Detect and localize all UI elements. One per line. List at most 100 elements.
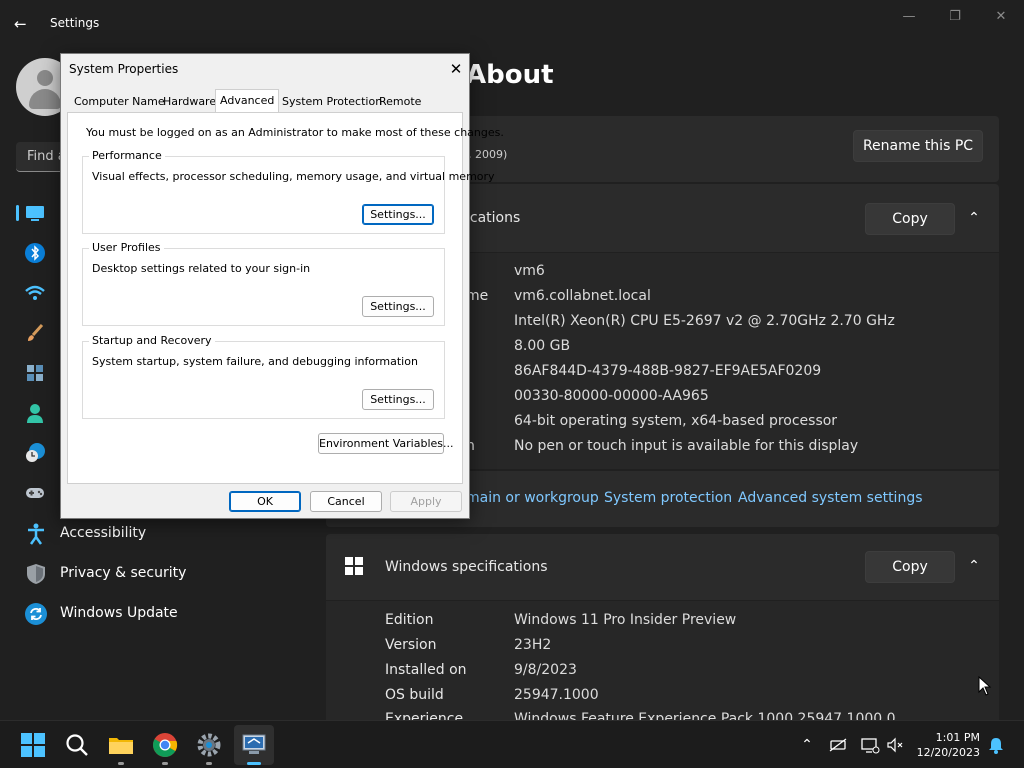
environment-variables-button[interactable]: Environment Variables... [318,433,454,454]
ok-button[interactable]: OK [229,491,301,512]
personalization-brush-icon[interactable] [24,322,46,344]
taskbar: ⌃ 1:01 PM 12/20/2023 [0,720,1024,768]
domain-workgroup-link[interactable]: main or workgroup [466,490,599,506]
windows-update-icon [25,603,47,625]
nav-label-privacy: Privacy & security [60,565,187,581]
active-indicator [247,762,261,765]
display-network-icon[interactable] [860,735,880,755]
clock-time: 1:01 PM [935,731,980,744]
windows-specs-header[interactable]: Windows specifications Copy ⌃ [326,534,999,600]
file-explorer-icon[interactable] [107,731,135,759]
spec-value-pen-touch: No pen or touch input is available for t… [514,438,859,454]
spec-value-edition: Windows 11 Pro Insider Preview [514,612,737,628]
windows-specs-body: Edition Windows 11 Pro Insider Preview V… [326,601,999,727]
admin-note: You must be logged on as an Administrato… [86,126,504,139]
show-hidden-icons-chevron-icon[interactable]: ⌃ [797,735,817,755]
accessibility-icon [28,523,44,545]
app-title: Settings [50,16,100,30]
network-disconnected-icon[interactable] [828,735,848,755]
spec-label-installed-on: Installed on [385,662,467,678]
startup-recovery-description: System startup, system failure, and debu… [92,355,418,368]
advanced-tab-panel: You must be logged on as an Administrato… [67,112,504,484]
tab-advanced[interactable]: Advanced [215,89,280,113]
page-title: About [466,60,554,90]
tab-computer-name[interactable]: Computer Name [70,92,169,112]
taskbar-clock[interactable]: 1:01 PM 12/20/2023 [912,730,980,760]
system-monitor-icon[interactable] [24,202,46,224]
wifi-icon[interactable] [24,282,46,304]
copy-windows-specs-button[interactable]: Copy [865,551,955,583]
windows-specs-heading: Windows specifications [385,559,548,575]
search-settings-input[interactable]: Find a [16,142,62,172]
advanced-system-settings-link[interactable]: Advanced system settings [738,490,923,506]
gaming-controller-icon[interactable] [24,482,46,504]
user-profiles-group: User Profiles Desktop settings related t… [82,241,445,326]
nav-label-accessibility: Accessibility [60,525,147,541]
back-arrow-icon[interactable]: ← [14,12,34,36]
minimize-icon[interactable]: — [894,8,924,26]
running-indicator [162,762,168,765]
cancel-button[interactable]: Cancel [310,491,382,512]
spec-value-installed-on: 9/8/2023 [514,662,577,678]
windows-logo-icon [345,557,363,575]
spec-value-system-type: 64-bit operating system, x64-based proce… [514,413,838,429]
system-properties-app-icon[interactable] [240,731,268,759]
spec-value-version: 23H2 [514,637,552,653]
nav-item-privacy[interactable]: Privacy & security [20,556,250,592]
performance-description: Visual effects, processor scheduling, me… [92,170,495,183]
rename-pc-button[interactable]: Rename this PC [853,130,983,162]
search-icon[interactable] [63,731,91,759]
spec-label-edition: Edition [385,612,434,628]
bluetooth-icon[interactable] [24,242,46,264]
startup-recovery-group: Startup and Recovery System startup, sys… [82,334,445,419]
nav-item-windows-update[interactable]: Windows Update [20,596,250,632]
spec-value-processor: Intel(R) Xeon(R) CPU E5-2697 v2 @ 2.70GH… [514,313,895,329]
desktop: ← Settings — ❐ ✕ Find a Accessibility Pr… [0,0,1024,768]
nav-item-accessibility[interactable]: Accessibility [20,516,250,552]
user-profiles-group-title: User Profiles [89,241,164,254]
clock-date: 12/20/2023 [916,746,980,759]
startup-recovery-group-title: Startup and Recovery [89,334,215,347]
tab-remote[interactable]: Remote [375,92,425,112]
spec-value-device-id: 86AF844D-4379-488B-9827-EF9AE5AF0209 [514,363,822,379]
startup-recovery-settings-button[interactable]: Settings... [362,389,434,410]
user-profiles-description: Desktop settings related to your sign-in [92,262,311,275]
settings-titlebar: ← Settings — ❐ ✕ [0,0,1024,48]
running-indicator [118,762,124,765]
nav-selected-indicator [16,205,19,221]
mouse-pointer-icon [978,676,992,696]
device-specs-heading: ications [466,210,521,226]
system-protection-link[interactable]: System protection [604,490,732,506]
close-window-icon[interactable]: ✕ [986,8,1016,26]
apps-icon[interactable] [24,362,46,384]
spec-value-os-build: 25947.1000 [514,687,599,703]
performance-settings-button[interactable]: Settings... [362,204,434,225]
spec-value-device-name: vm6 [514,263,545,279]
tab-system-protection[interactable]: System Protection [278,92,386,112]
spec-value-ram: 8.00 GB [514,338,571,354]
chevron-up-icon[interactable]: ⌃ [964,556,984,576]
time-language-icon[interactable] [24,442,46,464]
restore-icon[interactable]: ❐ [940,8,970,26]
spec-label-os-build: OS build [385,687,444,703]
running-indicator [206,762,212,765]
volume-muted-icon[interactable] [885,735,905,755]
tab-hardware[interactable]: Hardware [159,92,220,112]
system-properties-dialog: System Properties ✕ Computer Name Hardwa… [60,53,504,519]
settings-gear-icon[interactable] [195,731,223,759]
performance-group-title: Performance [89,149,165,162]
shield-icon [27,564,45,584]
spec-value-full-device-name: vm6.collabnet.local [514,288,651,304]
accounts-icon[interactable] [24,402,46,424]
nav-label-windows-update: Windows Update [60,605,178,621]
chevron-up-icon[interactable]: ⌃ [964,208,984,228]
copy-device-specs-button[interactable]: Copy [865,203,955,235]
performance-group: Performance Visual effects, processor sc… [82,149,495,234]
dialog-close-icon[interactable]: ✕ [445,58,467,80]
chrome-icon[interactable] [151,731,179,759]
notification-bell-icon[interactable] [986,735,1006,755]
spec-label-version: Version [385,637,437,653]
user-profiles-settings-button[interactable]: Settings... [362,296,434,317]
start-windows-icon[interactable] [19,731,47,759]
apply-button[interactable]: Apply [390,491,462,512]
